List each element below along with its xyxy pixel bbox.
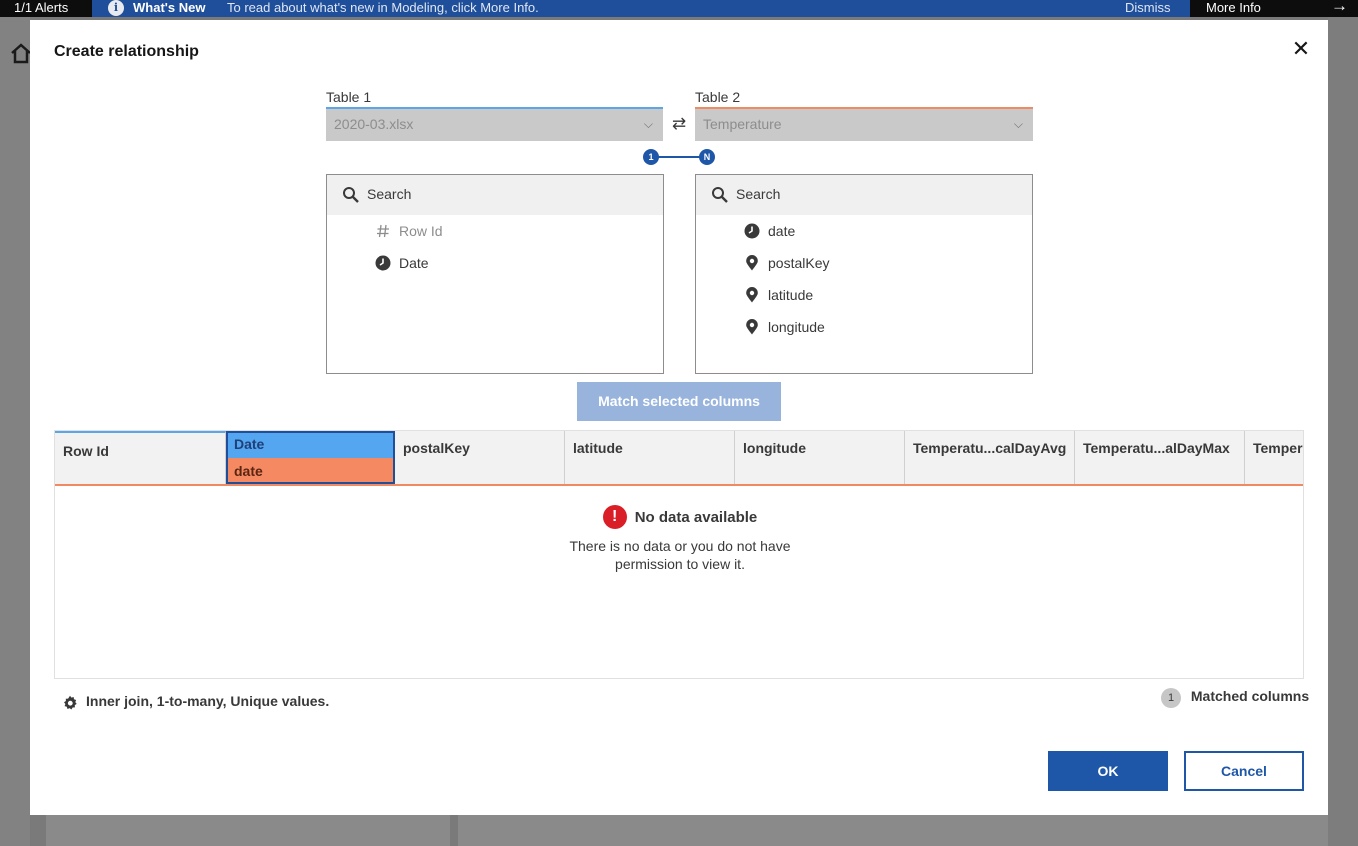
column-name: longitude — [768, 319, 825, 335]
background-sidebar — [0, 17, 30, 846]
matched-count-badge: 1 — [1161, 688, 1181, 708]
background-bottom-right — [458, 815, 1328, 846]
clock-icon — [375, 255, 391, 271]
search-placeholder: Search — [736, 186, 781, 202]
table1-columns-panel: Search Row Id Date — [326, 174, 664, 374]
column-name: postalKey — [768, 255, 830, 271]
search-placeholder: Search — [367, 186, 412, 202]
dialog-title: Create relationship — [54, 43, 199, 60]
no-data-message: ! No data available There is no data or … — [55, 505, 1303, 573]
table1-search-input[interactable]: Search — [327, 175, 663, 215]
alert-bar: 1/1 Alerts i What's New To read about wh… — [0, 0, 1358, 17]
grid-header-postalkey[interactable]: postalKey — [395, 431, 565, 484]
grid-header-temperature-max[interactable]: Temperatu...alDayMax — [1075, 431, 1245, 484]
cardinality-indicator: 1 N — [643, 149, 715, 165]
info-icon: i — [108, 0, 124, 16]
column-name: date — [768, 223, 796, 239]
ok-button[interactable]: OK — [1048, 751, 1168, 791]
table2-columns-panel: Search date postalKey latitude longitude — [695, 174, 1033, 374]
grid-header-row: Row Id Date date postalKey latitude long… — [55, 431, 1303, 486]
background-right-panel — [1328, 17, 1358, 846]
grid-header-row-id[interactable]: Row Id — [55, 431, 226, 484]
chevron-down-icon: ⌵ — [643, 117, 653, 131]
matched-columns-label: Matched columns — [1190, 688, 1310, 704]
whats-new-label: What's New — [133, 0, 206, 15]
grid-header-temperature[interactable]: Temper — [1245, 431, 1303, 484]
table1-label: Table 1 — [326, 89, 372, 105]
no-data-line1: There is no data or you do not have — [569, 538, 791, 554]
home-icon — [11, 43, 31, 64]
more-info-label: More Info — [1206, 0, 1261, 15]
column-item-date[interactable]: date — [696, 215, 1032, 247]
background-bottom-left — [46, 815, 450, 846]
column-name: Date — [399, 255, 429, 271]
table2-value: Temperature — [703, 116, 782, 132]
alert-message: To read about what's new in Modeling, cl… — [227, 0, 539, 15]
table1-value: 2020-03.xlsx — [334, 116, 414, 132]
matched-column-table1: Date — [228, 433, 393, 458]
location-pin-icon — [746, 319, 758, 335]
column-item-postalkey[interactable]: postalKey — [696, 247, 1032, 279]
chevron-down-icon: ⌵ — [1013, 117, 1023, 131]
grid-header-temperature-avg[interactable]: Temperatu...calDayAvg — [905, 431, 1075, 484]
column-name: Row Id — [399, 223, 443, 239]
location-pin-icon — [746, 287, 758, 303]
cancel-button[interactable]: Cancel — [1184, 751, 1304, 791]
join-settings-text: Inner join, 1-to-many, Unique values. — [86, 693, 330, 709]
create-relationship-dialog: Create relationship ✕ Table 1 2020-03.xl… — [30, 20, 1328, 815]
no-data-line2: permission to view it. — [615, 556, 745, 572]
matched-columns-summary: 1 Matched columns — [1161, 688, 1309, 708]
column-name: latitude — [768, 287, 814, 303]
location-pin-icon — [746, 255, 758, 271]
search-icon — [343, 187, 359, 203]
matched-column-table2: date — [228, 458, 393, 482]
close-icon[interactable]: ✕ — [1289, 38, 1313, 62]
grid-header-longitude[interactable]: longitude — [735, 431, 905, 484]
table2-select[interactable]: Temperature ⌵ — [695, 107, 1033, 141]
preview-grid: Row Id Date date postalKey latitude long… — [54, 430, 1304, 679]
grid-header-matched-date[interactable]: Date date — [226, 431, 395, 484]
column-item-latitude[interactable]: latitude — [696, 279, 1032, 311]
search-icon — [712, 187, 728, 203]
error-icon: ! — [602, 505, 627, 529]
swap-tables-icon[interactable]: ⇄ — [670, 114, 688, 134]
gear-icon — [64, 695, 77, 710]
column-item-date[interactable]: Date — [327, 247, 663, 279]
hash-icon — [377, 224, 389, 238]
column-item-row-id[interactable]: Row Id — [327, 215, 663, 247]
column-item-longitude[interactable]: longitude — [696, 311, 1032, 343]
more-info-link[interactable]: More Info → — [1190, 0, 1358, 17]
arrow-right-icon[interactable]: → — [1331, 0, 1348, 14]
table2-search-input[interactable]: Search — [696, 175, 1032, 215]
table1-select[interactable]: 2020-03.xlsx ⌵ — [326, 107, 663, 141]
no-data-title: No data available — [634, 508, 758, 526]
clock-icon — [744, 223, 760, 239]
table2-label: Table 2 — [695, 89, 741, 105]
alerts-count[interactable]: 1/1 Alerts — [0, 0, 92, 17]
grid-header-latitude[interactable]: latitude — [565, 431, 735, 484]
cardinality-many: N — [699, 149, 715, 165]
match-selected-columns-button[interactable]: Match selected columns — [577, 382, 781, 421]
dismiss-link[interactable]: Dismiss — [1125, 0, 1171, 15]
cardinality-one: 1 — [643, 149, 659, 165]
